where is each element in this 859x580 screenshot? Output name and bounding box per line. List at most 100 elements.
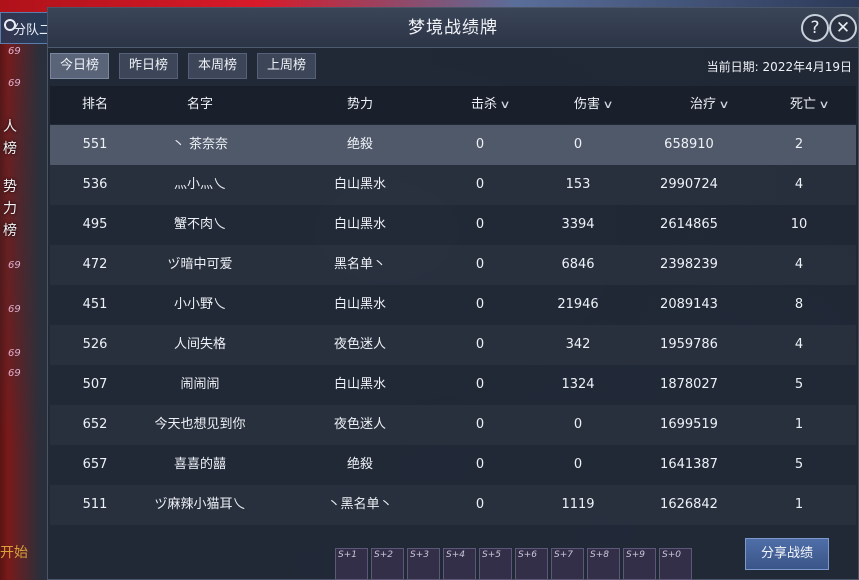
cell-rank: 511 — [82, 497, 108, 512]
cell-faction: 白山黑水 — [333, 217, 386, 232]
cell-rank: 451 — [82, 297, 108, 312]
cell-heal: 658910 — [664, 137, 714, 152]
bottom-hint-text: 开始 — [0, 545, 28, 561]
cell-name: 今天也想见到你 — [154, 417, 246, 432]
cell-name: ヅ暗中可爱 — [167, 257, 233, 272]
cell-heal: 2990724 — [660, 177, 718, 192]
cell-kills: 0 — [475, 337, 485, 352]
column-header-label: 伤害 — [573, 97, 600, 112]
cell-name: ヅ麻辣小猫耳乀 — [154, 497, 246, 512]
cell-faction: 黑名单丶 — [333, 257, 386, 272]
cell-damage: 21946 — [557, 297, 599, 312]
close-icon: ✕ — [835, 18, 851, 38]
column-header-heal[interactable]: 治疗 ∨ — [654, 86, 764, 124]
cell-heal: 1626842 — [660, 497, 718, 512]
member-level: 69 — [8, 260, 21, 271]
column-header-damage[interactable]: 伤害 ∨ — [548, 86, 638, 124]
table-row[interactable]: 511 ヅ麻辣小猫耳乀 丶黑名单丶 0 1119 1626842 1 — [50, 485, 856, 525]
column-header-label: 势力 — [346, 97, 373, 112]
skill-slot[interactable]: S+4 — [443, 548, 476, 580]
current-date-label: 当前日期: — [706, 60, 759, 74]
panel-title: 梦境战绩牌 — [408, 18, 498, 38]
cell-rank: 472 — [82, 257, 108, 272]
cell-deaths: 2 — [794, 137, 804, 152]
tab-yesterday[interactable]: 昨日榜 — [119, 53, 179, 79]
column-header-kills[interactable]: 击杀 ∨ — [450, 86, 530, 124]
table-row[interactable]: 657 喜喜的囍 绝殺 0 0 1641387 5 — [50, 445, 856, 485]
table-row[interactable]: 507 闹闹闹 白山黑水 0 1324 1878027 5 — [50, 365, 856, 405]
cell-kills: 0 — [475, 137, 485, 152]
tab-this-week[interactable]: 本周榜 — [188, 53, 248, 79]
cell-faction: 白山黑水 — [333, 177, 386, 192]
cell-damage: 0 — [573, 417, 583, 432]
cell-deaths: 1 — [794, 497, 804, 512]
table-row[interactable]: 652 今天也想见到你 夜色迷人 0 0 1699519 1 — [50, 405, 856, 445]
cell-damage: 1119 — [561, 497, 595, 512]
column-header-label: 名字 — [186, 97, 213, 112]
cell-rank: 551 — [82, 137, 108, 152]
member-level: 69 — [8, 46, 21, 57]
cell-deaths: 10 — [790, 217, 808, 232]
share-record-button[interactable]: 分享战绩 — [745, 538, 829, 570]
table-row[interactable]: 472 ヅ暗中可爱 黑名单丶 0 6846 2398239 4 — [50, 245, 856, 285]
cell-kills: 0 — [475, 297, 485, 312]
cell-kills: 0 — [475, 177, 485, 192]
current-date: 当前日期: 2022年4月19日 — [707, 58, 852, 75]
skill-slot[interactable]: S+5 — [479, 548, 512, 580]
help-icon: ? — [810, 18, 820, 38]
cell-heal: 2398239 — [660, 257, 718, 272]
cell-heal: 1878027 — [660, 377, 718, 392]
column-header-name: 名字 — [140, 86, 260, 124]
cell-deaths: 4 — [794, 177, 804, 192]
cell-heal: 1959786 — [660, 337, 718, 352]
tab-last-week[interactable]: 上周榜 — [257, 53, 317, 79]
cell-damage: 153 — [565, 177, 591, 192]
side-tab-label[interactable]: 榜 — [3, 138, 23, 160]
skill-slot[interactable]: S+2 — [371, 548, 404, 580]
skill-slot[interactable]: S+1 — [335, 548, 368, 580]
table-row[interactable]: 495 蟹不肉乀 白山黑水 0 3394 2614865 10 — [50, 205, 856, 245]
cell-name: 丶 茶奈奈 — [171, 137, 229, 152]
column-header-deaths[interactable]: 死亡 ∨ — [764, 86, 854, 124]
cell-faction: 白山黑水 — [333, 297, 386, 312]
cell-heal: 1641387 — [660, 457, 718, 472]
skill-slot[interactable]: S+7 — [551, 548, 584, 580]
table-row[interactable]: 536 灬小灬乀 白山黑水 0 153 2990724 4 — [50, 165, 856, 205]
cell-name: 人间失格 — [173, 337, 226, 352]
team-indicator-icon — [4, 19, 16, 31]
cell-faction: 夜色迷人 — [333, 337, 386, 352]
side-tab-label[interactable]: 势 — [3, 176, 23, 198]
table-row[interactable]: 551 丶 茶奈奈 绝殺 0 0 658910 2 — [50, 125, 856, 165]
cell-deaths: 8 — [794, 297, 804, 312]
cell-name: 小小野乀 — [173, 297, 226, 312]
cell-damage: 6846 — [561, 257, 595, 272]
cell-damage: 1324 — [561, 377, 595, 392]
chevron-down-icon: ∨ — [718, 98, 730, 111]
cell-kills: 0 — [475, 457, 485, 472]
cell-deaths: 4 — [794, 337, 804, 352]
cell-damage: 342 — [565, 337, 591, 352]
skill-slot[interactable]: S+3 — [407, 548, 440, 580]
member-level: 69 — [8, 348, 21, 359]
skill-slot[interactable]: S+0 — [659, 548, 692, 580]
table-row[interactable]: 526 人间失格 夜色迷人 0 342 1959786 4 — [50, 325, 856, 365]
cell-heal: 2614865 — [660, 217, 718, 232]
close-button[interactable]: ✕ — [829, 14, 857, 42]
help-button[interactable]: ? — [801, 14, 829, 42]
skill-slot[interactable]: S+9 — [623, 548, 656, 580]
table-header: 排名 名字 势力 击杀 ∨ 伤害 ∨ 治疗 ∨ 死亡 ∨ — [50, 86, 856, 124]
side-tab-label[interactable]: 力 — [3, 198, 23, 220]
cell-name: 喜喜的囍 — [173, 457, 226, 472]
cell-rank: 536 — [82, 177, 108, 192]
table-row[interactable]: 451 小小野乀 白山黑水 0 21946 2089143 8 — [50, 285, 856, 325]
panel-header: 梦境战绩牌 ? ✕ — [48, 8, 858, 48]
skill-slot[interactable]: S+6 — [515, 548, 548, 580]
member-level: 69 — [8, 304, 21, 315]
cell-damage: 3394 — [561, 217, 595, 232]
current-date-value: 2022年4月19日 — [762, 60, 852, 74]
side-tab-label[interactable]: 榜 — [3, 220, 23, 242]
side-tab-label[interactable]: 人 — [3, 116, 23, 138]
skill-slot[interactable]: S+8 — [587, 548, 620, 580]
member-level: 69 — [8, 78, 21, 89]
tab-today[interactable]: 今日榜 — [50, 53, 110, 79]
